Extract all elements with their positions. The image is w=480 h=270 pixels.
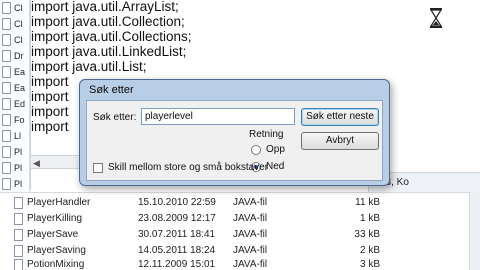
tree-item[interactable]: Pl — [1, 161, 29, 176]
tree-item[interactable]: Cl — [1, 1, 29, 16]
folder-tree-strip: Cl Cl Cl Dr Ea Ea Ed Fo Ll Pl Pl Pl — [0, 0, 30, 195]
file-icon — [2, 50, 11, 62]
list-item[interactable]: PlayerHandler 15.10.2010 22:59 JAVA-fil … — [0, 195, 470, 211]
code-line: import java.util.ArrayList; — [31, 0, 179, 14]
tree-item[interactable]: Ea — [1, 65, 29, 80]
code-line: import java.util.Collections; — [31, 29, 192, 44]
file-icon — [2, 66, 11, 78]
match-case-checkbox[interactable] — [93, 163, 103, 173]
direction-down-label: Ned — [266, 161, 285, 172]
file-icon — [2, 146, 11, 158]
direction-up-label: Opp — [266, 144, 285, 155]
file-icon — [2, 130, 11, 142]
dialog-title: Søk etter — [89, 84, 134, 96]
tree-item[interactable]: Pl — [1, 145, 29, 160]
file-icon — [2, 34, 11, 46]
match-case-label: Skill mellom store og små bokstaver — [108, 162, 269, 173]
find-next-button[interactable]: Søk etter neste — [301, 108, 379, 126]
find-dialog: Søk etter Søk etter: Søk etter neste Avb… — [79, 79, 390, 186]
list-item[interactable]: PlayerSave 30.07.2011 18:41 JAVA-fil 33 … — [0, 227, 470, 243]
file-icon — [2, 18, 11, 30]
tree-item[interactable]: Cl — [1, 33, 29, 48]
tree-item[interactable]: Pl — [1, 177, 29, 192]
java-file-icon — [14, 259, 23, 270]
hourglass-icon — [430, 8, 442, 28]
list-item[interactable]: PlayerKilling 23.08.2009 12:17 JAVA-fil … — [0, 211, 470, 227]
java-file-icon — [14, 229, 23, 241]
vertical-scrollbar[interactable] — [469, 192, 480, 270]
code-line: import — [31, 89, 69, 104]
file-icon — [2, 114, 11, 126]
tree-item[interactable]: Ed — [1, 97, 29, 112]
code-line: import — [31, 104, 69, 119]
right-panel — [415, 0, 480, 195]
direction-up-radio[interactable] — [251, 145, 261, 155]
find-input[interactable] — [141, 108, 295, 125]
cancel-button[interactable]: Avbryt — [301, 132, 379, 150]
file-icon — [2, 162, 11, 174]
code-line: import — [31, 119, 69, 134]
file-icon — [2, 2, 11, 14]
horizontal-scrollbar[interactable]: ◀ — [30, 155, 80, 169]
java-file-icon — [14, 245, 23, 257]
code-line: import java.util.Collection; — [31, 14, 185, 29]
scroll-left-icon[interactable]: ◀ — [33, 158, 40, 169]
dialog-body: Søk etter: Søk etter neste Avbryt Retnin… — [86, 100, 383, 181]
file-list: PlayerHandler 15.10.2010 22:59 JAVA-fil … — [0, 192, 480, 270]
tree-item[interactable]: Fo — [1, 113, 29, 128]
java-file-icon — [14, 197, 23, 209]
tree-item[interactable]: Dr — [1, 49, 29, 64]
code-line: import java.util.LinkedList; — [31, 44, 187, 59]
code-line: import java.util.List; — [31, 59, 147, 74]
code-line: import — [31, 74, 69, 89]
java-file-icon — [14, 213, 23, 225]
file-icon — [2, 82, 11, 94]
file-icon — [2, 98, 11, 110]
tree-item[interactable]: Cl — [1, 17, 29, 32]
file-icon — [2, 178, 11, 190]
tree-item[interactable]: Ll — [1, 129, 29, 144]
tree-item[interactable]: Ea — [1, 81, 29, 96]
find-label: Søk etter: — [93, 112, 137, 123]
list-item[interactable]: PotionMixing 12.11.2009 15:01 JAVA-fil 3… — [0, 257, 470, 270]
direction-label: Retning — [249, 129, 284, 140]
